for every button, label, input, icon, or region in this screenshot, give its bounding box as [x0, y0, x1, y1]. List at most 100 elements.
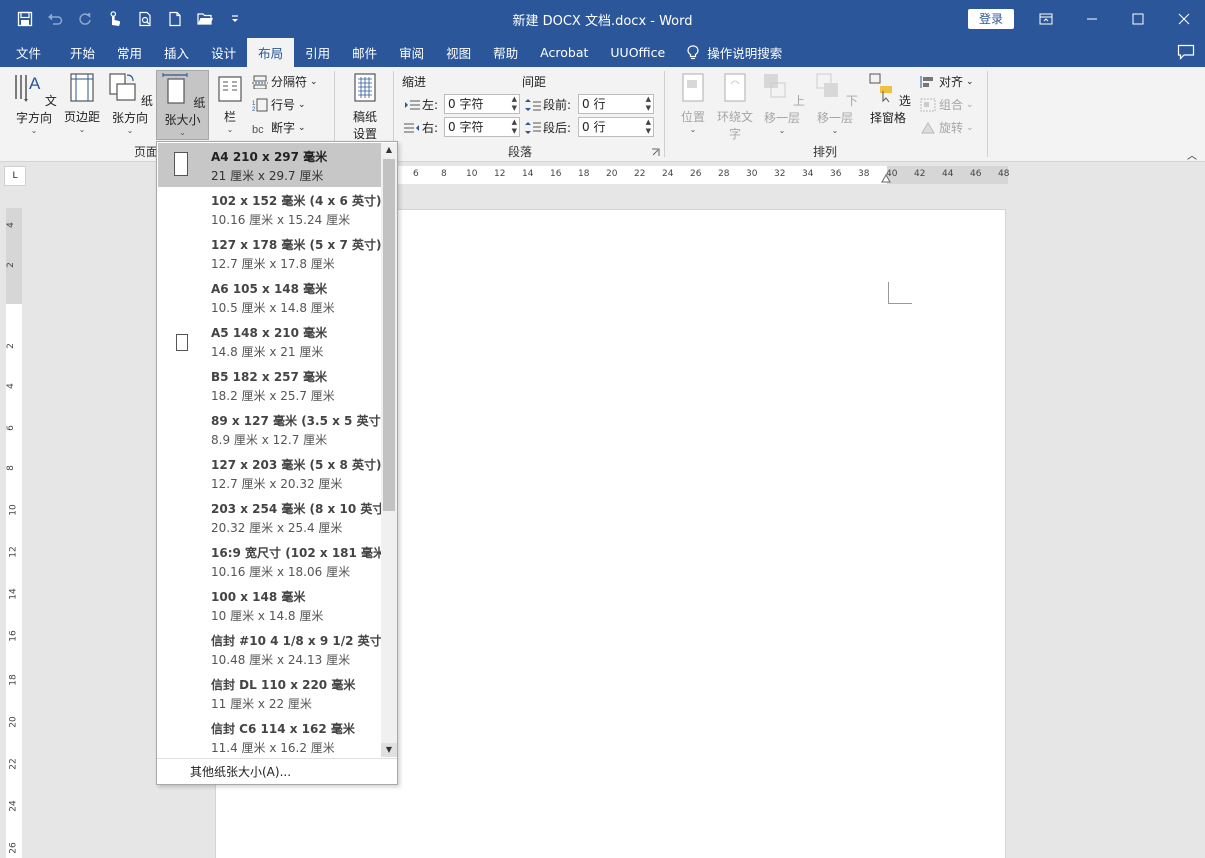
- position-label: 位置: [680, 110, 705, 124]
- paper-size-dims: 11.4 厘米 x 16.2 厘米: [211, 741, 335, 755]
- wrap-text-button[interactable]: 环绕文 字: [714, 71, 756, 142]
- line-numbers-button[interactable]: 12 行号 ⌄: [252, 96, 306, 113]
- tab-design[interactable]: 设计: [200, 38, 247, 67]
- ruler-tick: 16: [550, 169, 562, 179]
- space-before-icon: [525, 98, 541, 111]
- tab-acrobat[interactable]: Acrobat: [529, 38, 599, 67]
- tab-layout[interactable]: 布局: [247, 38, 295, 67]
- title-bar: 新建 DOCX 文档.docx - Word 登录: [0, 0, 1205, 38]
- size-button[interactable]: 纸张大小 ⌄: [156, 70, 209, 140]
- tab-view[interactable]: 视图: [435, 38, 482, 67]
- align-button[interactable]: 对齐 ⌄: [920, 73, 974, 90]
- indent-left-label: 左:: [404, 96, 438, 113]
- minimize-icon[interactable]: [1069, 0, 1115, 38]
- margins-button[interactable]: 页边距 ⌄: [62, 71, 102, 135]
- paper-size-item[interactable]: 信封 DL 110 x 220 毫米 11 厘米 x 22 厘米: [158, 671, 381, 715]
- breaks-label: 分隔符: [271, 75, 308, 89]
- bring-forward-button[interactable]: 上移一层 ⌄: [756, 71, 808, 136]
- login-button[interactable]: 登录: [968, 9, 1014, 29]
- tab-uuoffice[interactable]: UUOffice: [599, 38, 676, 67]
- breaks-button[interactable]: 分隔符 ⌄: [252, 73, 318, 90]
- paper-size-item[interactable]: 信封 #10 4 1/8 x 9 1/2 英寸 10.48 厘米 x 24.13…: [158, 627, 381, 671]
- vertical-ruler[interactable]: 4 2 2 4 6 8 10 12 14 16 18 20 22 24 26: [6, 208, 22, 858]
- paper-size-name: 信封 DL 110 x 220 毫米: [211, 678, 356, 692]
- paper-size-name: 100 x 148 毫米: [211, 590, 306, 604]
- orientation-button[interactable]: 纸张方向 ⌄: [104, 71, 156, 136]
- tab-home[interactable]: 开始: [59, 38, 106, 67]
- more-paper-sizes-link[interactable]: 其他纸张大小(A)...: [157, 758, 397, 784]
- paper-size-name: 信封 C6 114 x 162 毫米: [211, 722, 355, 736]
- scroll-down-icon[interactable]: ▼: [381, 743, 397, 757]
- ruler-tick: 26: [690, 169, 702, 179]
- tab-references[interactable]: 引用: [294, 38, 341, 67]
- paper-size-item[interactable]: 203 x 254 毫米 (8 x 10 英寸) 20.32 厘米 x 25.4…: [158, 495, 381, 539]
- scrollbar-thumb[interactable]: [383, 159, 395, 511]
- paper-size-name: 89 x 127 毫米 (3.5 x 5 英寸): [211, 414, 381, 428]
- indent-right-value: 0 字符: [448, 120, 484, 134]
- paper-size-item[interactable]: 102 x 152 毫米 (4 x 6 英寸) 10.16 厘米 x 15.24…: [158, 187, 381, 231]
- paper-size-item[interactable]: 89 x 127 毫米 (3.5 x 5 英寸) 8.9 厘米 x 12.7 厘…: [158, 407, 381, 451]
- space-after-input[interactable]: 0 行 ▲ ▼: [578, 117, 654, 137]
- paper-size-item[interactable]: 16:9 宽尺寸 (102 x 181 毫米) 10.16 厘米 x 18.06…: [158, 539, 381, 583]
- tab-file[interactable]: 文件: [0, 38, 59, 67]
- paper-size-name: A6 105 x 148 毫米: [211, 282, 328, 296]
- rotate-button[interactable]: 旋转 ⌄: [920, 119, 974, 136]
- paper-size-dims: 12.7 厘米 x 17.8 厘米: [211, 257, 335, 271]
- text-direction-button[interactable]: A 文字方向 ⌄: [8, 71, 60, 136]
- space-before-label: 段前:: [525, 96, 571, 113]
- columns-label: 栏: [223, 110, 236, 124]
- hyphenation-button[interactable]: bc 断字 ⌄: [252, 119, 306, 136]
- spinner-arrows-icon[interactable]: ▲ ▼: [646, 95, 651, 113]
- paper-size-item[interactable]: B5 182 x 257 毫米 18.2 厘米 x 25.7 厘米: [158, 363, 381, 407]
- group-button[interactable]: 组合 ⌄: [920, 96, 974, 113]
- tab-selector[interactable]: L: [4, 166, 26, 186]
- selection-pane-icon: [869, 73, 893, 103]
- page-icon: [174, 152, 188, 176]
- columns-button[interactable]: 栏 ⌄: [214, 71, 246, 135]
- indent-left-icon: [405, 100, 420, 109]
- dialog-launcher-icon[interactable]: [651, 148, 660, 157]
- ruler-tick: 34: [802, 169, 814, 179]
- close-icon[interactable]: [1161, 0, 1205, 38]
- tab-help[interactable]: 帮助: [482, 38, 529, 67]
- spinner-arrows-icon[interactable]: ▲ ▼: [512, 118, 517, 136]
- spinner-arrows-icon[interactable]: ▲ ▼: [512, 95, 517, 113]
- comments-icon[interactable]: [1177, 44, 1195, 60]
- paper-size-dims: 10.48 厘米 x 24.13 厘米: [211, 653, 351, 667]
- right-indent-marker-icon[interactable]: [881, 174, 891, 184]
- paper-size-item[interactable]: 127 x 178 毫米 (5 x 7 英寸) 12.7 厘米 x 17.8 厘…: [158, 231, 381, 275]
- paper-size-item[interactable]: 信封 C6 114 x 162 毫米 11.4 厘米 x 16.2 厘米: [158, 715, 381, 757]
- indent-right-label: 右:: [404, 119, 438, 136]
- ruler-tick: 20: [8, 716, 19, 728]
- dropdown-scrollbar[interactable]: ▲ ▼: [381, 143, 397, 757]
- spinner-arrows-icon[interactable]: ▲ ▼: [646, 118, 651, 136]
- scroll-up-icon[interactable]: ▲: [381, 143, 397, 157]
- paper-size-item[interactable]: A6 105 x 148 毫米 10.5 厘米 x 14.8 厘米: [158, 275, 381, 319]
- tab-review[interactable]: 审阅: [388, 38, 435, 67]
- bring-forward-icon: [764, 74, 786, 98]
- manuscript-settings-button[interactable]: 稿纸 设置: [344, 71, 386, 142]
- send-backward-button[interactable]: 下移一层 ⌄: [808, 71, 862, 136]
- tab-mailings[interactable]: 邮件: [341, 38, 388, 67]
- tab-common[interactable]: 常用: [106, 38, 153, 67]
- paper-size-item[interactable]: 127 x 203 毫米 (5 x 8 英寸) 12.7 厘米 x 20.32 …: [158, 451, 381, 495]
- space-before-input[interactable]: 0 行 ▲ ▼: [578, 94, 654, 114]
- tab-insert[interactable]: 插入: [153, 38, 200, 67]
- paper-size-item[interactable]: 100 x 148 毫米 10 厘米 x 14.8 厘米: [158, 583, 381, 627]
- indent-right-input[interactable]: 0 字符 ▲ ▼: [444, 117, 520, 137]
- tell-me-search[interactable]: 操作说明搜索: [676, 38, 793, 67]
- selection-pane-button[interactable]: 选择窗格: [862, 71, 914, 126]
- position-button[interactable]: 位置 ⌄: [675, 71, 711, 135]
- ruler-tick: 48: [998, 169, 1010, 179]
- paper-size-item-a5[interactable]: A5 148 x 210 毫米 14.8 厘米 x 21 厘米: [158, 319, 381, 363]
- ruler-tick: 24: [8, 800, 19, 812]
- chevron-down-icon: ⌄: [226, 125, 234, 134]
- maximize-icon[interactable]: [1115, 0, 1161, 38]
- lightbulb-icon: [687, 44, 699, 59]
- indent-left-input[interactable]: 0 字符 ▲ ▼: [444, 94, 520, 114]
- collapse-ribbon-icon[interactable]: ︿: [1187, 147, 1197, 162]
- paper-size-dims: 10.16 厘米 x 18.06 厘米: [211, 565, 351, 579]
- group-icon: [920, 98, 936, 111]
- paper-size-item-a4[interactable]: A4 210 x 297 毫米 21 厘米 x 29.7 厘米: [158, 143, 381, 187]
- ribbon-display-options-icon[interactable]: [1023, 0, 1069, 38]
